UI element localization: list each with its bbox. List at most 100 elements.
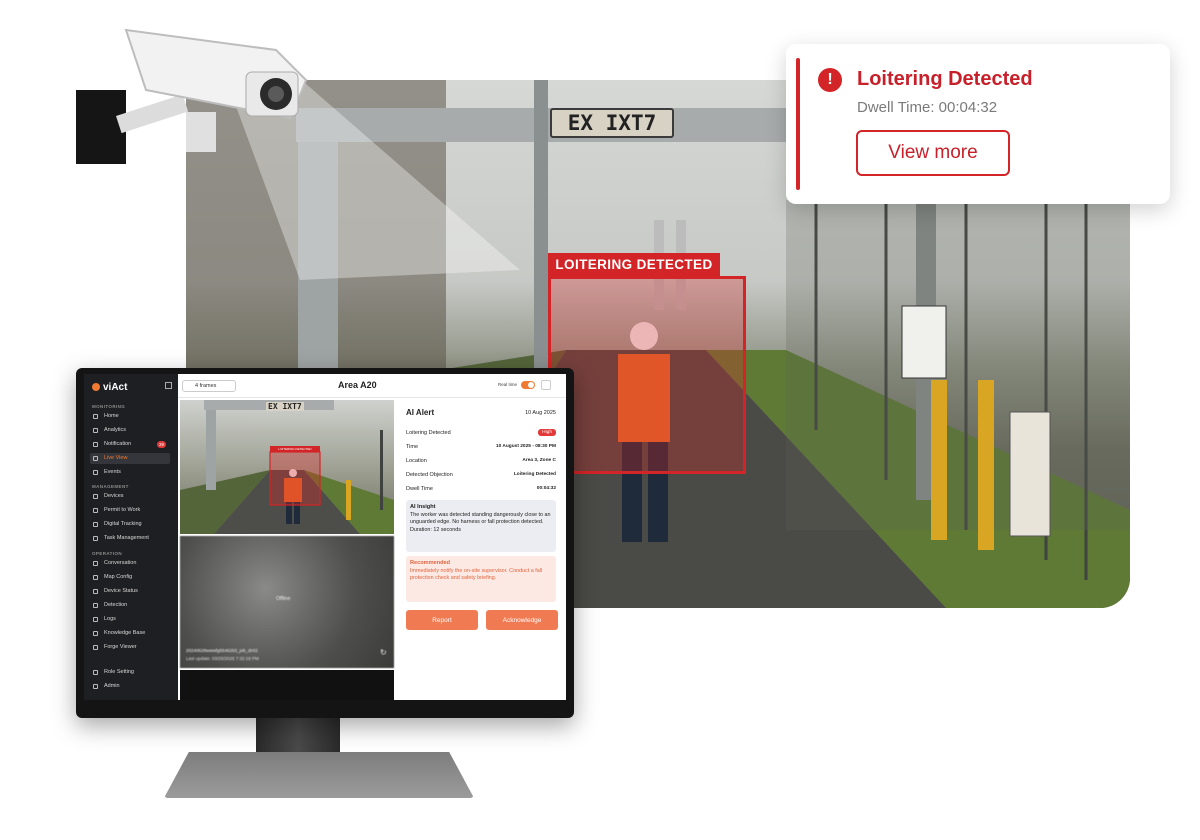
sidebar-item-label: Knowledge Base <box>104 630 146 636</box>
overhead-sign: EX IXT7 <box>550 108 674 138</box>
view-more-button[interactable]: View more <box>856 130 1010 176</box>
sidebar-item-label: Device Status <box>104 588 138 594</box>
detail-row: Dwell Time 00:04:32 <box>406 486 556 496</box>
sidebar-item-map-config[interactable]: Map Config <box>90 572 170 583</box>
sidebar-item-label: Live View <box>104 455 128 461</box>
ai-insight-box: AI Insight The worker was detected stand… <box>406 500 556 552</box>
frames-select[interactable]: 4 frames <box>182 380 236 392</box>
collapse-sidebar-icon[interactable] <box>165 382 172 389</box>
sidebar-item-permit[interactable]: Permit to Work <box>90 505 170 516</box>
detail-key: Dwell Time <box>406 486 433 492</box>
sidebar-item-knowledge[interactable]: Knowledge Base <box>90 628 170 639</box>
brand-logo: viAct <box>92 382 127 393</box>
section-operation: OPERATION <box>92 551 123 556</box>
sidebar-item-label: Logs <box>104 616 116 622</box>
security-camera-icon <box>76 28 308 164</box>
sidebar-item-conversation[interactable]: Conversation <box>90 558 170 569</box>
sidebar-item-task[interactable]: Task Management <box>90 533 170 544</box>
sidebar-item-home[interactable]: Home <box>90 411 170 422</box>
detail-key: Loitering Detected <box>406 430 451 436</box>
knowledge-icon <box>93 631 98 636</box>
refresh-icon[interactable]: ↻ <box>380 648 387 657</box>
sidebar-item-role[interactable]: Role Setting <box>90 667 170 678</box>
alert-accent-bar <box>796 58 800 190</box>
ai-insight-title: AI Insight <box>410 504 436 510</box>
sidebar-item-device-status[interactable]: Device Status <box>90 586 170 597</box>
detail-row: Time 10 August 2025 - 08:30 PM <box>406 444 556 454</box>
analytics-icon <box>93 428 98 433</box>
sidebar-item-label: Conversation <box>104 560 137 566</box>
detail-value: 10 August 2025 - 08:30 PM <box>495 444 556 449</box>
realtime-toggle[interactable] <box>521 381 535 389</box>
sidebar-item-forge[interactable]: Forge Viewer <box>90 642 170 653</box>
panel-title: AI Alert <box>406 408 435 417</box>
status-icon <box>93 589 98 594</box>
events-icon <box>93 470 98 475</box>
map-icon <box>93 575 98 580</box>
sidebar-item-label: Events <box>104 469 121 475</box>
devices-icon <box>93 494 98 499</box>
bell-icon <box>93 442 98 447</box>
detail-key: Location <box>406 458 427 464</box>
alert-dwell-time: Dwell Time: 00:04:32 <box>857 99 998 116</box>
sidebar-item-label: Home <box>104 413 119 419</box>
logs-icon <box>93 617 98 622</box>
detail-key: Time <box>406 444 419 450</box>
detail-row: Detected Objection Loitering Detected <box>406 472 556 482</box>
panel-date: 10 Aug 2025 <box>525 410 556 416</box>
sidebar-item-label: Devices <box>104 493 124 499</box>
acknowledge-button[interactable]: Acknowledge <box>486 610 558 630</box>
section-management: MANAGEMENT <box>92 484 129 489</box>
area-title: Area A20 <box>338 380 377 390</box>
sidebar-item-live-view[interactable]: Live View <box>90 453 170 464</box>
feed-1-detection-label: LOITERING DETECTED <box>278 447 312 451</box>
sidebar-item-label: Analytics <box>104 427 127 433</box>
monitor: viAct MONITORING Home Analytics Notifica… <box>76 368 574 718</box>
last-update: Last update: 03/25/2025 7:32:18 PM <box>186 656 259 661</box>
sidebar-item-logs[interactable]: Logs <box>90 614 170 625</box>
camera-feed-2[interactable]: Offline 20240628wwwfg5546263_job_dz02 La… <box>180 536 394 668</box>
sidebar: viAct MONITORING Home Analytics Notifica… <box>84 374 178 700</box>
permit-icon <box>93 508 98 513</box>
recommended-title: Recommended <box>410 560 451 566</box>
stage: EX IXT7 LOITERING DETECTED ! Loitering D… <box>0 0 1200 840</box>
admin-icon <box>93 684 98 689</box>
sidebar-item-detection[interactable]: Detection <box>90 600 170 611</box>
sidebar-item-label: Notification <box>104 441 132 447</box>
detail-value: 00:04:32 <box>536 486 556 491</box>
sidebar-item-tracking[interactable]: Digital Tracking <box>90 519 170 530</box>
brand-dot-icon <box>92 383 100 392</box>
sidebar-item-admin[interactable]: Admin <box>90 681 170 692</box>
sidebar-item-devices[interactable]: Devices <box>90 491 170 502</box>
section-monitoring: MONITORING <box>92 404 126 409</box>
ai-insight-text: The worker was detected standing dangero… <box>410 511 551 533</box>
feed-1-illustration <box>180 400 394 534</box>
detection-label: LOITERING DETECTED <box>548 253 720 277</box>
camera-id: 20240628wwwfg5546263_job_dz02 <box>186 648 258 653</box>
brand-name: viAct <box>103 382 128 393</box>
camera-feed-1[interactable]: EX IXT7 LOITERING DETECTED <box>180 400 394 534</box>
monitor-screen: viAct MONITORING Home Analytics Notifica… <box>84 374 566 700</box>
topbar: 4 frames Area A20 Real time <box>178 374 566 398</box>
sidebar-item-notification[interactable]: Notification 29 <box>90 439 170 450</box>
viewer-icon <box>93 645 98 650</box>
offline-status: Offline <box>276 596 291 602</box>
alert-card: ! Loitering Detected Dwell Time: 00:04:3… <box>786 44 1170 204</box>
grid-layout-icon[interactable] <box>541 380 551 390</box>
detection-icon <box>93 603 98 608</box>
sidebar-item-label: Map Config <box>104 574 133 580</box>
report-button[interactable]: Report <box>406 610 478 630</box>
severity-badge: High <box>538 429 556 436</box>
sidebar-item-label: Detection <box>104 602 128 608</box>
alert-title: Loitering Detected <box>857 68 1033 90</box>
empty-feed-slot <box>180 670 394 700</box>
live-view-icon <box>93 456 98 461</box>
detection-box <box>548 276 746 474</box>
sidebar-item-events[interactable]: Events <box>90 467 170 478</box>
sidebar-item-analytics[interactable]: Analytics <box>90 425 170 436</box>
home-icon <box>93 414 98 419</box>
monitor-stand-base <box>164 752 474 798</box>
realtime-label: Real time <box>498 382 518 387</box>
detail-value: Area 3, Zone C <box>522 458 556 463</box>
ai-alert-panel: AI Alert 10 Aug 2025 Loitering Detected … <box>400 400 566 700</box>
